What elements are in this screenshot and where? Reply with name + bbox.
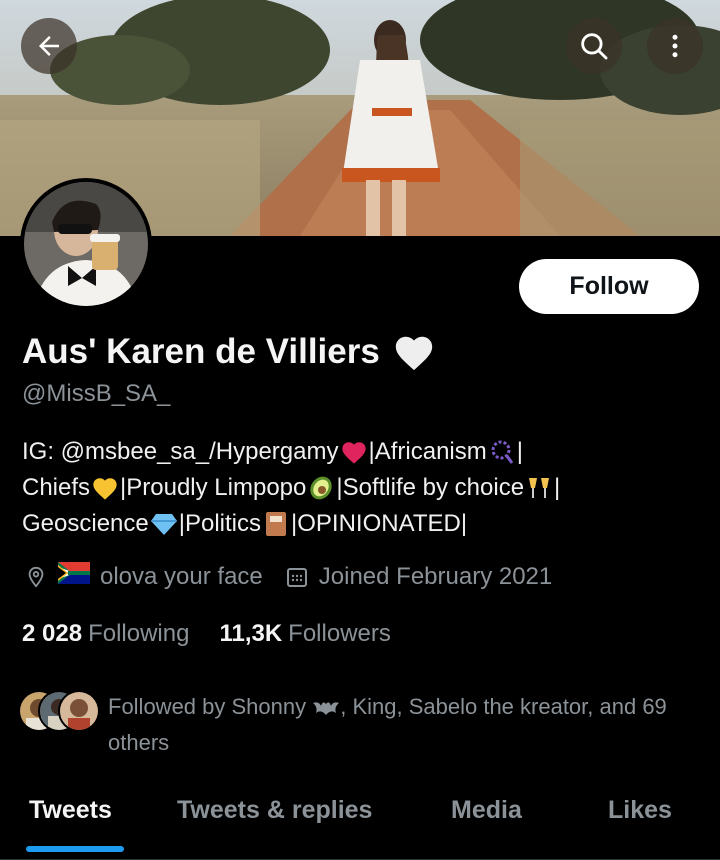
followers-label: Followers <box>288 620 391 647</box>
yellow-heart-icon <box>91 474 119 502</box>
clinking-glasses-icon <box>525 474 553 502</box>
red-heart-icon <box>340 438 368 466</box>
following-count: 2 028 <box>22 620 83 647</box>
south-africa-flag-icon <box>57 562 90 591</box>
gem-icon <box>150 510 178 538</box>
active-tab-indicator <box>26 846 124 852</box>
tab-tweets-replies[interactable]: Tweets & replies <box>177 796 372 825</box>
avocado-icon <box>307 474 335 502</box>
bio-line-2: Chiefs |Proudly Limpopo |Softlife by cho… <box>22 470 712 506</box>
prayer-beads-icon <box>488 438 516 466</box>
follower-avatars <box>18 690 100 734</box>
followers-count: 11,3K <box>219 620 283 647</box>
bio-ig-link[interactable]: IG: @msbee_sa_/Hypergamy <box>22 434 339 470</box>
following-label: Following <box>88 620 190 647</box>
bio-line-1: IG: @msbee_sa_/Hypergamy |Africanism | <box>22 434 712 470</box>
display-name-text: Aus' Karen de Villiers <box>22 332 380 371</box>
avatar-image <box>24 182 148 306</box>
profile-bio: IG: @msbee_sa_/Hypergamy |Africanism | C… <box>22 434 712 542</box>
location-pin-icon <box>22 563 50 591</box>
followed-by-text: Followed by Shonny , King, Sabelo the kr… <box>108 693 667 755</box>
bat-icon <box>312 693 340 726</box>
follower-avatar <box>58 690 100 732</box>
follow-button[interactable]: Follow <box>519 259 699 314</box>
more-vertical-icon <box>672 34 678 58</box>
tab-media[interactable]: Media <box>451 796 522 825</box>
arrow-left-icon <box>39 36 59 56</box>
search-button[interactable] <box>566 18 622 74</box>
bio-line-3: Geoscience |Politics |OPINIONATED| <box>22 510 468 538</box>
followers-link[interactable]: 11,3K Followers <box>219 620 390 648</box>
back-button[interactable] <box>21 18 77 74</box>
tab-tweets[interactable]: Tweets <box>29 796 112 825</box>
profile-meta: olova your face Joined February 2021 <box>22 562 552 591</box>
notebook-icon <box>262 510 290 538</box>
white-heart-icon <box>395 336 433 371</box>
joined-date: Joined February 2021 <box>318 562 553 590</box>
user-handle: @MissB_SA_ <box>22 380 171 407</box>
tab-likes[interactable]: Likes <box>608 796 672 825</box>
following-link[interactable]: 2 028 Following <box>22 620 189 648</box>
display-name: Aus' Karen de Villiers <box>22 332 436 372</box>
follow-stats: 2 028 Following 11,3K Followers <box>22 620 391 648</box>
search-icon <box>581 33 608 60</box>
calendar-icon <box>283 563 311 591</box>
more-options-button[interactable] <box>647 18 703 74</box>
location-text: olova your face <box>100 562 263 590</box>
followed-by[interactable]: Followed by Shonny , King, Sabelo the kr… <box>18 690 708 759</box>
avatar[interactable] <box>20 178 152 310</box>
